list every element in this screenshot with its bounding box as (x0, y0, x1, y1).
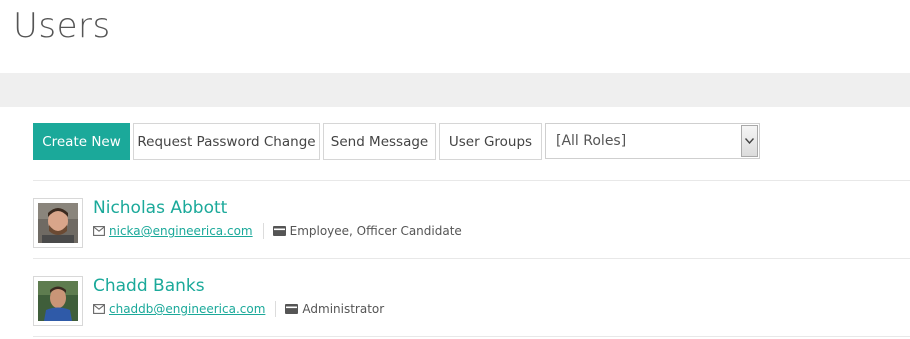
user-photo (38, 281, 78, 321)
user-photo (38, 203, 78, 243)
meta-separator (262, 223, 264, 239)
page-header: Users (0, 0, 910, 73)
roles-filter-value: [All Roles] (556, 133, 627, 149)
avatar[interactable] (33, 198, 83, 248)
id-card-icon (272, 226, 286, 236)
envelope-icon (93, 304, 105, 314)
user-groups-button[interactable]: User Groups (439, 123, 542, 160)
user-roles: Administrator (302, 302, 385, 316)
user-list-item: Nicholas Abbott nicka@engineerica.com Em… (33, 198, 910, 275)
row-divider (33, 258, 910, 259)
avatar[interactable] (33, 276, 83, 326)
header-band (0, 73, 910, 107)
user-roles: Employee, Officer Candidate (289, 224, 462, 238)
row-divider (33, 336, 910, 337)
roles-filter-select[interactable]: [All Roles] (545, 123, 760, 159)
user-list-item: Chadd Banks chaddb@engineerica.com Admin… (33, 276, 910, 339)
toolbar-divider (33, 180, 910, 181)
toolbar: Create New Request Password Change Send … (33, 123, 760, 160)
chevron-down-icon[interactable] (741, 125, 758, 157)
create-new-button[interactable]: Create New (33, 123, 130, 160)
send-message-button[interactable]: Send Message (323, 123, 436, 160)
user-meta: nicka@engineerica.com Employee, Officer … (93, 223, 462, 239)
user-email-link[interactable]: chaddb@engineerica.com (109, 302, 265, 316)
request-password-change-button[interactable]: Request Password Change (133, 123, 320, 160)
user-meta: chaddb@engineerica.com Administrator (93, 301, 384, 317)
user-name-link[interactable]: Chadd Banks (93, 276, 205, 296)
users-panel: Create New Request Password Change Send … (13, 107, 910, 339)
meta-separator (275, 301, 277, 317)
id-card-icon (285, 304, 299, 314)
user-name-link[interactable]: Nicholas Abbott (93, 198, 227, 218)
page-title: Users (13, 6, 111, 46)
user-email-link[interactable]: nicka@engineerica.com (109, 224, 253, 238)
envelope-icon (93, 226, 105, 236)
